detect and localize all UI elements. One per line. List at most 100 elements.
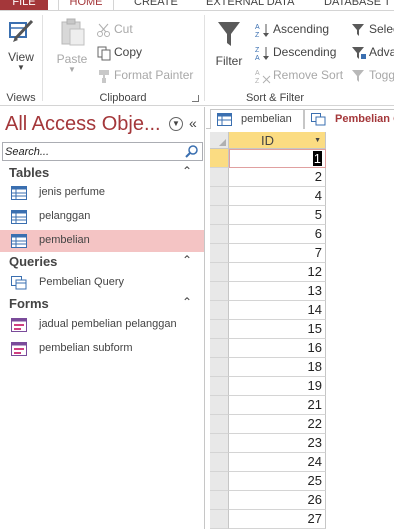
row-selector[interactable] [210,282,229,301]
toggle-filter-button[interactable]: Togg [351,65,394,85]
collapse-chevron-icon[interactable]: ⌃ [182,295,192,309]
table-cell-id[interactable]: 7 [229,244,326,263]
row-selector[interactable] [210,244,229,263]
dialog-launcher-icon[interactable] [192,95,199,102]
row-selector[interactable] [210,149,229,168]
search-icon[interactable] [184,144,200,159]
nav-item-pembelian-subform[interactable]: pembelian subform [0,338,204,360]
doc-tab-pembelian-query[interactable]: Pembelian Q [304,109,394,129]
descending-button[interactable]: ZA Descending [255,42,336,62]
advanced-button[interactable]: Adva [351,42,394,62]
tab-home[interactable]: HOME [58,0,114,10]
views-group-label: Views [6,92,36,104]
row-selector[interactable] [210,472,229,491]
table-cell-id[interactable]: 6 [229,225,326,244]
section-forms[interactable]: Forms ⌃ [0,295,204,313]
collapse-chevron-icon[interactable]: ⌃ [182,164,192,178]
scissors-icon [96,22,112,38]
row-selector[interactable] [210,206,229,225]
nav-item-pembelian-query[interactable]: Pembelian Query [0,272,204,294]
table-cell-id[interactable]: 12 [229,263,326,282]
row-selector[interactable] [210,263,229,282]
select-all-corner[interactable] [210,132,229,149]
row-selector[interactable] [210,187,229,206]
row-selector[interactable] [210,301,229,320]
access-window: FILE HOME CREATE EXTERNAL DATA DATABASE … [0,0,394,529]
filter-button[interactable]: Filter [211,19,247,68]
tab-create[interactable]: CREATE [134,0,178,10]
nav-menu-chevron-icon[interactable]: ▼ [169,117,183,131]
tab-file[interactable]: FILE [0,0,48,10]
section-title: Forms [9,296,49,311]
table-cell-id[interactable]: 13 [229,282,326,301]
query-icon [11,276,27,290]
nav-item-label: Pembelian Query [39,276,124,288]
cell-value: 4 [314,188,322,203]
section-tables[interactable]: Tables ⌃ [0,164,204,182]
row-selector[interactable] [210,491,229,510]
table-cell-id[interactable]: 2 [229,168,326,187]
section-queries[interactable]: Queries ⌃ [0,253,204,271]
ascending-button[interactable]: AZ Ascending [255,19,329,39]
table-cell-id[interactable]: 24 [229,453,326,472]
cell-value: 1 [312,151,322,166]
svg-text:Z: Z [255,32,260,38]
row-selector[interactable] [210,377,229,396]
cell-value: 23 [307,435,322,450]
nav-pane-title[interactable]: All Access Obje... [5,113,161,136]
table-cell-id[interactable]: 27 [229,510,326,529]
row-selector[interactable] [210,396,229,415]
shutter-bar-collapse-icon[interactable]: « [189,115,197,131]
table-cell-id[interactable]: 21 [229,396,326,415]
search-input[interactable] [5,144,181,159]
nav-item-pelanggan[interactable]: pelanggan [0,206,204,228]
table-cell-id[interactable]: 18 [229,358,326,377]
nav-item-jenis-perfume[interactable]: jenis perfume [0,182,204,204]
table-cell-id[interactable]: 1 [229,149,326,168]
cut-button[interactable]: Cut [96,19,133,39]
table-cell-id[interactable]: 4 [229,187,326,206]
cell-value: 12 [307,264,322,279]
tab-database-tools[interactable]: DATABASE T [324,0,391,10]
nav-item-pembelian[interactable]: pembelian [0,230,204,252]
tab-external-data[interactable]: EXTERNAL DATA [206,0,294,10]
collapse-chevron-icon[interactable]: ⌃ [182,253,192,267]
column-header-label: ID [261,133,274,148]
sort-ascending-icon: AZ [255,22,271,39]
row-selector[interactable] [210,225,229,244]
nav-item-label: pelanggan [39,210,91,222]
table-cell-id[interactable]: 15 [229,320,326,339]
table-cell-id[interactable]: 23 [229,434,326,453]
row-selector[interactable] [210,415,229,434]
copy-button[interactable]: Copy [96,42,142,62]
column-dropdown-icon[interactable]: ▼ [314,137,321,144]
sort-filter-group-label: Sort & Filter [245,92,305,104]
table-cell-id[interactable]: 25 [229,472,326,491]
select-all-triangle-icon [219,139,226,146]
table-cell-id[interactable]: 5 [229,206,326,225]
paste-button[interactable]: Paste ▼ [53,17,91,74]
table-cell-id[interactable]: 14 [229,301,326,320]
cell-value: 6 [314,226,322,241]
section-title: Queries [9,254,58,269]
design-view-icon [9,19,34,42]
row-selector[interactable] [210,434,229,453]
table-cell-id[interactable]: 26 [229,491,326,510]
selection-button[interactable]: Selec [351,19,394,39]
row-selector[interactable] [210,510,229,529]
table-cell-id[interactable]: 19 [229,377,326,396]
row-selector[interactable] [210,168,229,187]
row-selector[interactable] [210,453,229,472]
remove-sort-button[interactable]: AZ Remove Sort [255,65,343,85]
nav-item-jadual-pembelian-pelanggan[interactable]: jadual pembelian pelanggan [0,314,204,336]
doc-tab-pembelian[interactable]: pembelian [210,109,304,129]
table-cell-id[interactable]: 22 [229,415,326,434]
column-header-id[interactable]: ID ▼ [229,132,326,149]
table-cell-id[interactable]: 16 [229,339,326,358]
row-selector[interactable] [210,339,229,358]
row-selector[interactable] [210,320,229,339]
view-button[interactable]: View ▼ [2,17,40,72]
row-selector[interactable] [210,358,229,377]
svg-text:Z: Z [255,47,260,54]
format-painter-button[interactable]: Format Painter [96,65,193,85]
